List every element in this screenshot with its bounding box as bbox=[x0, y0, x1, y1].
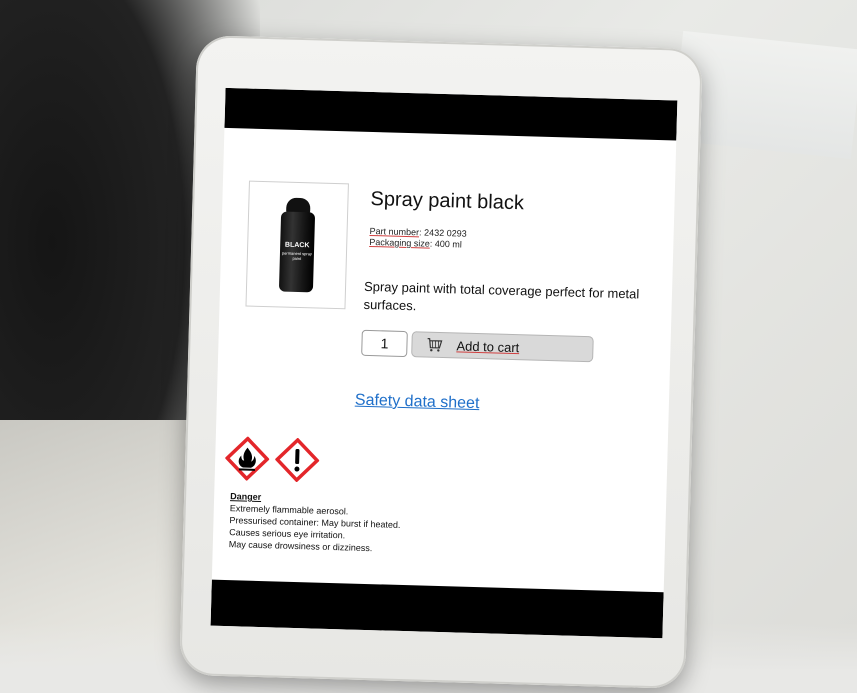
add-to-cart-button[interactable]: Add to cart bbox=[411, 331, 594, 363]
tablet-device: BLACK permanent spray paint Spray paint … bbox=[179, 35, 703, 689]
tablet-screen: BLACK permanent spray paint Spray paint … bbox=[210, 87, 678, 639]
product-image: BLACK permanent spray paint bbox=[245, 180, 349, 310]
product-description: Spray paint with total coverage perfect … bbox=[363, 278, 640, 314]
spray-can-fine-print: permanent spray paint bbox=[281, 250, 313, 262]
add-to-cart-label: Add to cart bbox=[456, 337, 520, 355]
hazard-pictograms bbox=[224, 436, 320, 483]
exclamation-icon bbox=[274, 437, 320, 483]
product-title: Spray paint black bbox=[370, 187, 525, 215]
packaging-size-label: Packaging size bbox=[369, 236, 430, 249]
safety-data-sheet-link[interactable]: Safety data sheet bbox=[355, 392, 480, 413]
part-number-value: : 2432 0293 bbox=[419, 227, 467, 239]
screen-top-bar bbox=[224, 87, 678, 141]
packaging-size-value: : 400 ml bbox=[429, 238, 462, 250]
flammable-icon bbox=[224, 436, 270, 482]
spray-can-icon: BLACK permanent spray paint bbox=[278, 197, 316, 293]
spray-can-body: BLACK permanent spray paint bbox=[278, 211, 316, 293]
cart-icon bbox=[427, 338, 443, 352]
quantity-input[interactable]: 1 bbox=[361, 329, 408, 358]
hazard-statements: Danger Extremely flammable aerosol. Pres… bbox=[229, 490, 402, 555]
part-number-label: Part number bbox=[369, 225, 420, 238]
screen-bottom-bar bbox=[210, 579, 664, 639]
spray-can-label: BLACK bbox=[284, 241, 310, 250]
product-meta: Part number: 2432 0293 Packaging size: 4… bbox=[369, 226, 467, 251]
packaging-size-line: Packaging size: 400 ml bbox=[369, 237, 466, 251]
